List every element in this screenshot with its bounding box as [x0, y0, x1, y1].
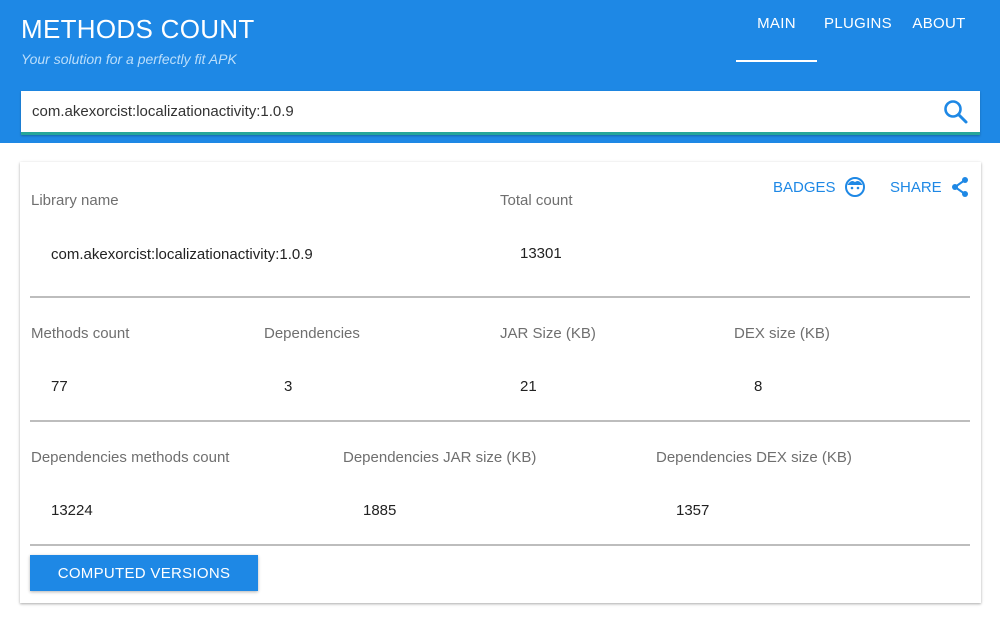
- dependencies-dex-size-value: 1357: [676, 502, 710, 519]
- dependencies-jar-size-label: Dependencies JAR size (KB): [343, 449, 537, 466]
- dependencies-value: 3: [284, 378, 293, 395]
- methods-count-label: Methods count: [31, 325, 130, 342]
- search-input[interactable]: [21, 91, 921, 132]
- divider: [30, 544, 970, 546]
- badges-label: BADGES: [773, 178, 836, 196]
- app-title: METHODS COUNT: [21, 14, 255, 44]
- library-name-label: Library name: [31, 192, 119, 209]
- jar-size-label: JAR Size (KB): [500, 325, 596, 342]
- divider: [30, 420, 970, 422]
- dependencies-jar-size-value: 1885: [363, 502, 397, 519]
- dex-size-label: DEX size (KB): [734, 325, 830, 342]
- face-icon: [844, 177, 865, 197]
- search-bar: [21, 91, 980, 135]
- library-info-card: BADGES SHARE Library name com.akexorcist…: [20, 162, 981, 603]
- total-count-value: 13301: [520, 245, 562, 262]
- methods-count-value: 77: [51, 378, 68, 395]
- app-tagline: Your solution for a perfectly fit APK: [21, 51, 237, 67]
- library-name-value: com.akexorcist:localizationactivity:1.0.…: [51, 246, 313, 263]
- tab-plugins[interactable]: PLUGINS: [818, 15, 898, 47]
- dependencies-label: Dependencies: [264, 325, 360, 342]
- search-button[interactable]: [942, 98, 970, 126]
- tab-main[interactable]: MAIN: [736, 15, 817, 62]
- share-icon: [951, 177, 968, 197]
- divider: [30, 296, 970, 298]
- search-icon: [944, 100, 968, 124]
- badges-button[interactable]: BADGES: [773, 176, 866, 198]
- dependencies-dex-size-label: Dependencies DEX size (KB): [656, 449, 852, 466]
- dex-size-value: 8: [754, 378, 763, 395]
- total-count-label: Total count: [500, 192, 573, 209]
- app-header: METHODS COUNT Your solution for a perfec…: [0, 0, 1000, 143]
- dependencies-methods-count-label: Dependencies methods count: [31, 449, 230, 466]
- dependencies-methods-count-value: 13224: [51, 502, 93, 519]
- tab-about[interactable]: ABOUT: [906, 15, 972, 47]
- computed-versions-button[interactable]: COMPUTED VERSIONS: [30, 555, 258, 591]
- share-label: SHARE: [890, 178, 942, 196]
- jar-size-value: 21: [520, 378, 537, 395]
- share-button[interactable]: SHARE: [890, 176, 970, 198]
